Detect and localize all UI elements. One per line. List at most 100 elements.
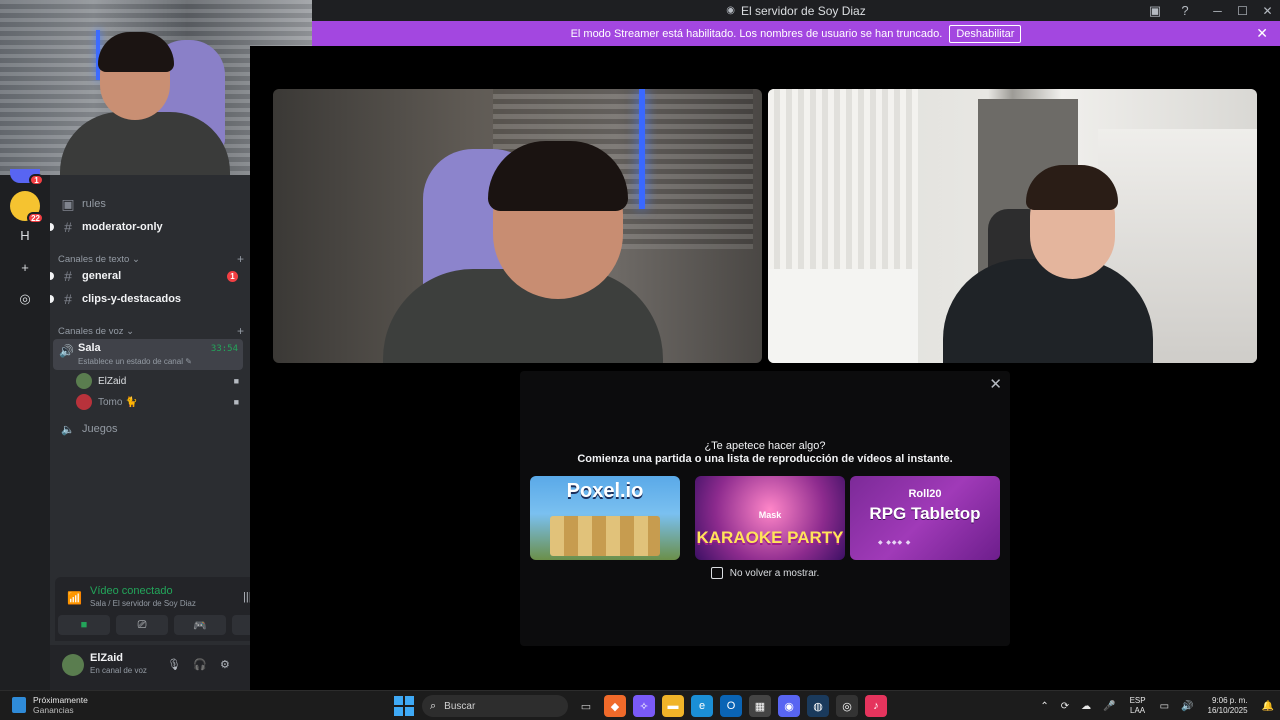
brave-icon[interactable]: ◆ — [604, 695, 626, 717]
activity-card-poxel[interactable]: Poxel.io — [530, 476, 680, 560]
banner-text: El modo Streamer está habilitado. Los no… — [570, 27, 943, 40]
cloud-icon[interactable]: ☁ — [1081, 701, 1091, 712]
obs-icon[interactable]: ◎ — [836, 695, 858, 717]
close-window-button[interactable]: ✕ — [1255, 0, 1280, 21]
widget-subtitle: Ganancias — [33, 705, 74, 715]
video-tile-left[interactable] — [273, 89, 762, 363]
server-rail: 1 22 H + ◎ — [0, 169, 50, 690]
pencil-icon: ✎ — [185, 357, 192, 366]
taskbar-search[interactable]: ⌕ Buscar — [422, 695, 568, 717]
headphones-icon[interactable]: 🎧 — [193, 658, 207, 671]
server-icon-1[interactable]: 1 — [10, 169, 44, 186]
dont-show-again-row[interactable]: No volver a mostrar. — [520, 567, 1010, 579]
copilot-icon[interactable]: ✧ — [633, 695, 655, 717]
discord-logo-icon: ◉ — [726, 5, 735, 16]
volume-icon[interactable]: 🔊 — [1181, 701, 1193, 712]
video-icon: ■ — [233, 397, 239, 407]
voice-user[interactable]: ElZaid ■ — [76, 371, 244, 391]
checkbox-label: No volver a mostrar. — [729, 567, 820, 579]
sync-icon[interactable]: ⟳ — [1061, 701, 1069, 712]
network-icon[interactable]: ▭ — [1160, 701, 1169, 712]
username[interactable]: ElZaid — [90, 652, 123, 664]
channel-name: Juegos — [82, 423, 118, 435]
close-icon[interactable]: ✕ — [989, 375, 1002, 393]
add-channel-icon[interactable]: + — [237, 324, 244, 338]
activities-button[interactable]: 🎮 — [174, 615, 226, 635]
explore-icon[interactable]: ◎ — [10, 284, 40, 314]
taskbar-apps: ⌕ Buscar ▭ ◆ ✧ ▬ e O ▦ ◉ ◍ ◎ ♪ — [393, 695, 887, 717]
voice-user-name: ElZaid — [98, 375, 127, 387]
category-voice-channels[interactable]: Canales de voz ⌄ + — [58, 324, 244, 338]
steam-icon[interactable]: ◍ — [807, 695, 829, 717]
microphone-icon[interactable]: 🎙 — [167, 658, 181, 671]
start-button[interactable] — [393, 695, 415, 717]
unread-indicator — [50, 223, 54, 231]
rules-icon: ▣ — [61, 195, 75, 212]
voice-user-name: Tomo 🐈 — [98, 396, 138, 408]
maximize-button[interactable]: ☐ — [1230, 0, 1255, 21]
activity-card-rpg[interactable]: Roll20 RPG Tabletop ◆ ◆◆◆ ◆ — [850, 476, 1000, 560]
discord-icon[interactable]: ◉ — [778, 695, 800, 717]
outlook-icon[interactable]: O — [720, 695, 742, 717]
chevron-up-icon[interactable]: ⌃ — [1040, 701, 1048, 712]
channel-name: general — [82, 270, 122, 282]
inbox-icon[interactable]: ▣ — [1145, 1, 1165, 21]
channel-moderator-only[interactable]: # moderator-only — [50, 216, 244, 238]
camera-button[interactable]: ■ — [58, 615, 110, 635]
disable-streamer-button[interactable]: Deshabilitar — [949, 24, 1022, 43]
clock[interactable]: 9:06 p. m. 16/10/2025 — [1208, 696, 1248, 716]
call-timer: 33:54 — [210, 344, 238, 354]
gear-icon[interactable]: ⚙ — [220, 658, 230, 671]
voice-channel-juegos[interactable]: 🔈 Juegos — [52, 418, 244, 440]
server-icon-h[interactable]: H — [10, 220, 40, 250]
share-screen-button[interactable]: ⎚ — [116, 615, 168, 635]
avatar[interactable] — [62, 654, 84, 676]
close-icon[interactable]: ✕ — [1256, 25, 1268, 42]
store-icon[interactable]: ▦ — [749, 695, 771, 717]
widgets-button[interactable]: Próximamente Ganancias — [12, 695, 88, 715]
activity-card-karaoke[interactable]: Mask KARAOKE PARTY — [695, 476, 845, 560]
search-placeholder: Buscar — [444, 700, 476, 712]
edge-icon[interactable]: e — [691, 695, 713, 717]
activity-suggestion-modal: ✕ ¿Te apetece hacer algo? Comienza una p… — [520, 371, 1010, 646]
help-icon[interactable]: ? — [1175, 1, 1195, 21]
microphone-icon[interactable]: 🎤 — [1103, 701, 1115, 712]
channel-rules[interactable]: ▣ rules — [52, 193, 244, 215]
add-server-icon[interactable]: + — [10, 252, 40, 282]
speaker-icon: 🔈 — [61, 423, 75, 436]
unread-indicator — [50, 272, 54, 280]
voice-location[interactable]: Sala / El servidor de Soy Diaz — [90, 599, 196, 608]
server-icon-2[interactable]: 22 — [10, 191, 44, 224]
chevron-down-icon: ⌄ — [126, 325, 135, 337]
channel-name: Sala — [78, 342, 101, 354]
category-label: Canales de texto — [58, 253, 130, 265]
video-tile-right[interactable] — [768, 89, 1257, 363]
avatar — [76, 373, 92, 389]
category-label: Canales de voz — [58, 325, 124, 337]
window-title: El servidor de Soy Diaz — [741, 3, 866, 18]
channel-clips-y-destacados[interactable]: # clips-y-destacados — [50, 288, 244, 310]
task-view-icon[interactable]: ▭ — [575, 695, 597, 717]
category-text-channels[interactable]: Canales de texto ⌄ + — [58, 252, 244, 266]
file-explorer-icon[interactable]: ▬ — [662, 695, 684, 717]
system-tray: ⌃ ⟳ ☁ 🎤 ESP LAA ▭ 🔊 9:06 p. m. 16/10/202… — [1034, 691, 1280, 720]
voice-channel-sala[interactable]: 🔊 Sala 33:54 Establece un estado de cana… — [53, 339, 243, 370]
partner-logos: ◆ ◆◆◆ ◆ — [878, 540, 912, 546]
notifications-icon[interactable]: 🔔 — [1262, 701, 1274, 712]
voice-user[interactable]: Tomo 🐈 ■ — [76, 392, 244, 412]
signal-icon: 📶 — [67, 591, 82, 605]
language-indicator[interactable]: ESP LAA — [1130, 696, 1146, 716]
add-channel-icon[interactable]: + — [237, 252, 244, 266]
channel-status-prompt[interactable]: Establece un estado de canal ✎ — [78, 357, 192, 366]
tiktok-icon[interactable]: ♪ — [865, 695, 887, 717]
minimize-button[interactable]: ─ — [1205, 0, 1230, 21]
video-stage: ✕ ¿Te apetece hacer algo? Comienza una p… — [250, 46, 1280, 690]
time: 9:06 p. m. — [1211, 696, 1248, 705]
channel-general[interactable]: # general 1 — [50, 265, 244, 287]
checkbox[interactable] — [710, 567, 723, 579]
unread-badge: 1 — [29, 174, 44, 186]
modal-subtitle: Comienza una partida o una lista de repr… — [577, 453, 953, 465]
channel-name: rules — [82, 198, 106, 210]
channel-sidebar: ▣ rules # moderator-only Canales de text… — [50, 175, 295, 690]
user-panel: ElZaid En canal de voz 🎙 🎧 ⚙ — [50, 645, 250, 690]
